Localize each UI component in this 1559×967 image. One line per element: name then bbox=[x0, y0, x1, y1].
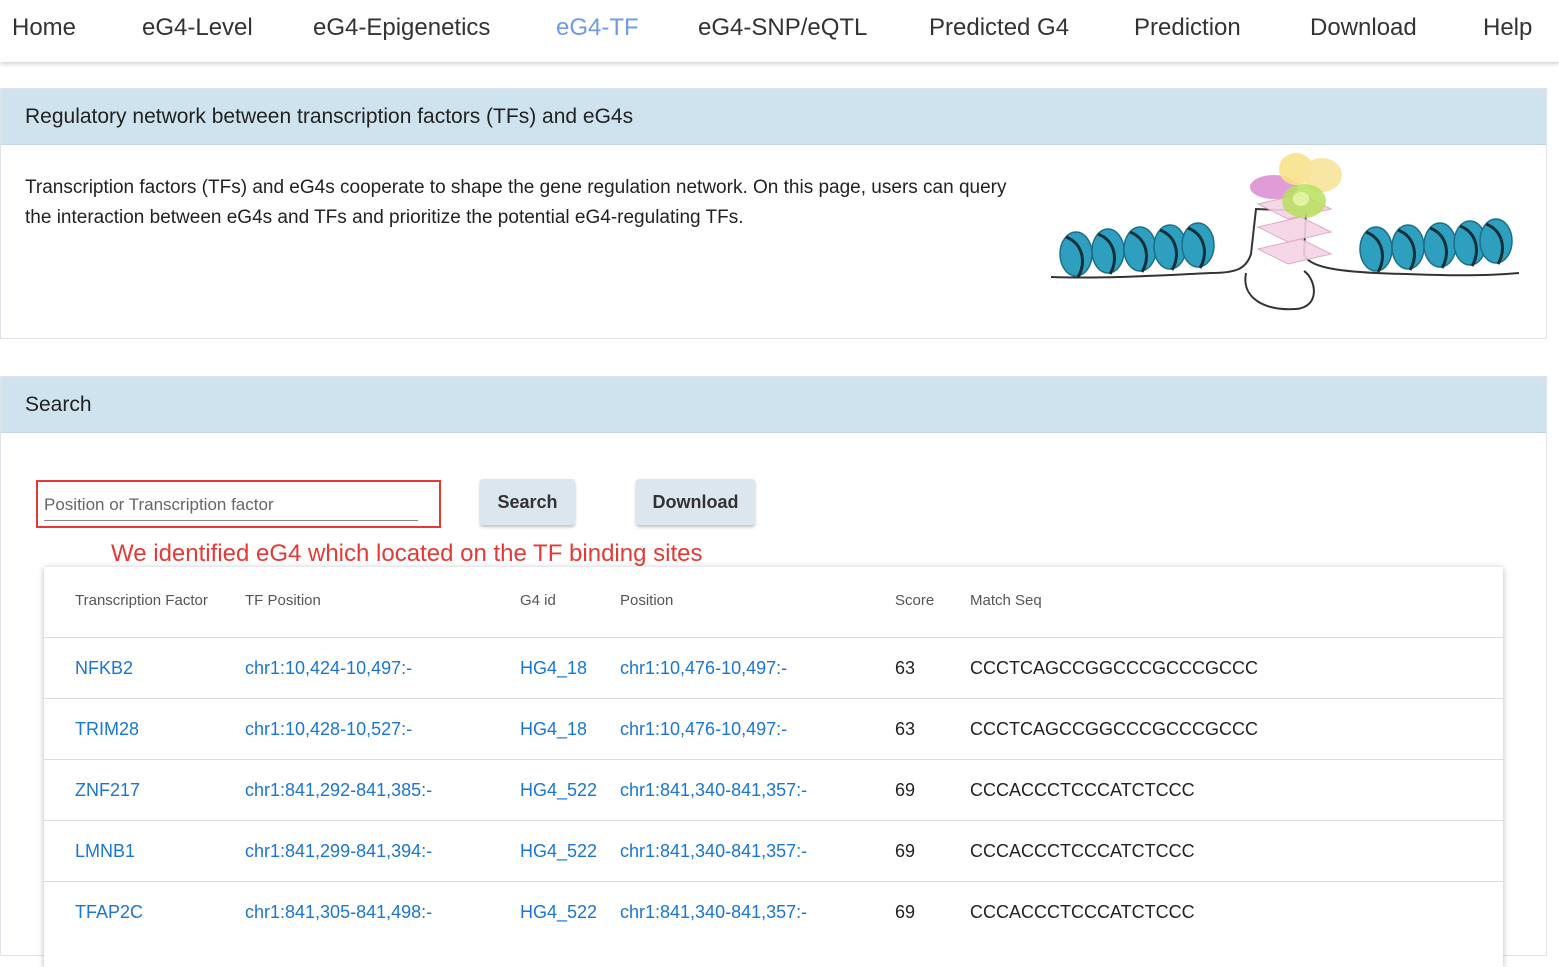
intro-description: Transcription factors (TFs) and eG4s coo… bbox=[25, 177, 1007, 228]
nav-home[interactable]: Home bbox=[12, 14, 76, 42]
search-box-highlight bbox=[36, 480, 441, 528]
nav-help[interactable]: Help bbox=[1483, 14, 1532, 42]
table-row: TRIM28 chr1:10,428-10,527:- HG4_18 chr1:… bbox=[44, 698, 1503, 760]
cell-g4-id[interactable]: HG4_18 bbox=[520, 658, 587, 679]
cell-tf-position[interactable]: chr1:10,424-10,497:- bbox=[245, 658, 412, 679]
nav-eg4-tf[interactable]: eG4-TF bbox=[556, 14, 639, 42]
cell-tf[interactable]: NFKB2 bbox=[75, 658, 133, 679]
cell-match-seq: CCCACCCTCCCATCTCCC bbox=[970, 902, 1195, 922]
download-button[interactable]: Download bbox=[636, 479, 755, 525]
intro-panel: Regulatory network between transcription… bbox=[0, 88, 1547, 339]
header-tf-position[interactable]: TF Position bbox=[245, 592, 321, 609]
table-row: LMNB1 chr1:841,299-841,394:- HG4_522 chr… bbox=[44, 820, 1503, 882]
header-match-seq[interactable]: Match Seq bbox=[970, 592, 1042, 609]
header-position[interactable]: Position bbox=[620, 592, 673, 609]
nav-predicted-g4[interactable]: Predicted G4 bbox=[929, 14, 1069, 42]
cell-position[interactable]: chr1:10,476-10,497:- bbox=[620, 658, 787, 679]
cell-score: 69 bbox=[895, 841, 916, 861]
cell-position[interactable]: chr1:841,340-841,357:- bbox=[620, 841, 807, 862]
nav-eg4-level[interactable]: eG4-Level bbox=[142, 14, 253, 42]
cell-g4-id[interactable]: HG4_18 bbox=[520, 719, 587, 740]
cell-match-seq: CCCTCAGCCGGCCCGCCCGCCC bbox=[970, 658, 1258, 678]
cell-tf[interactable]: LMNB1 bbox=[75, 841, 135, 862]
cell-tf[interactable]: TFAP2C bbox=[75, 902, 143, 923]
header-score[interactable]: Score bbox=[895, 592, 934, 609]
cell-position[interactable]: chr1:841,340-841,357:- bbox=[620, 780, 807, 801]
cell-score: 69 bbox=[895, 780, 916, 800]
cell-score: 69 bbox=[895, 902, 916, 922]
nav-eg4-epigenetics[interactable]: eG4-Epigenetics bbox=[313, 14, 490, 42]
cell-tf-position[interactable]: chr1:841,299-841,394:- bbox=[245, 841, 432, 862]
cell-position[interactable]: chr1:841,340-841,357:- bbox=[620, 902, 807, 923]
table-row: NFKB2 chr1:10,424-10,497:- HG4_18 chr1:1… bbox=[44, 637, 1503, 699]
header-transcription-factor[interactable]: Transcription Factor bbox=[75, 592, 208, 609]
cell-position[interactable]: chr1:10,476-10,497:- bbox=[620, 719, 787, 740]
tf-g4-illustration bbox=[1050, 153, 1520, 311]
table-row: ZNF217 chr1:841,292-841,385:- HG4_522 ch… bbox=[44, 759, 1503, 821]
cell-match-seq: CCCTCAGCCGGCCCGCCCGCCC bbox=[970, 719, 1258, 739]
cell-g4-id[interactable]: HG4_522 bbox=[520, 780, 597, 801]
cell-tf-position[interactable]: chr1:841,305-841,498:- bbox=[245, 902, 432, 923]
cell-tf[interactable]: ZNF217 bbox=[75, 780, 140, 801]
cell-g4-id[interactable]: HG4_522 bbox=[520, 841, 597, 862]
cell-g4-id[interactable]: HG4_522 bbox=[520, 902, 597, 923]
nav-eg4-snp-eqtl[interactable]: eG4-SNP/eQTL bbox=[698, 14, 867, 42]
cell-tf-position[interactable]: chr1:841,292-841,385:- bbox=[245, 780, 432, 801]
search-input[interactable] bbox=[44, 490, 418, 521]
cell-score: 63 bbox=[895, 658, 916, 678]
intro-panel-title: Regulatory network between transcription… bbox=[1, 89, 1546, 145]
search-button[interactable]: Search bbox=[480, 479, 575, 525]
cell-match-seq: CCCACCCTCCCATCTCCC bbox=[970, 780, 1195, 800]
cell-match-seq: CCCACCCTCCCATCTCCC bbox=[970, 841, 1195, 861]
search-panel: Search Search Download We identified eG4… bbox=[0, 376, 1547, 967]
cell-tf[interactable]: TRIM28 bbox=[75, 719, 139, 740]
cell-score: 63 bbox=[895, 719, 916, 739]
nav-prediction[interactable]: Prediction bbox=[1134, 14, 1241, 42]
table-row: TFAP2C chr1:841,305-841,498:- HG4_522 ch… bbox=[44, 881, 1503, 943]
results-table: Transcription Factor TF Position G4 id P… bbox=[44, 567, 1503, 967]
annotation-text: We identified eG4 which located on the T… bbox=[111, 540, 703, 567]
header-g4-id[interactable]: G4 id bbox=[520, 592, 556, 609]
cell-tf-position[interactable]: chr1:10,428-10,527:- bbox=[245, 719, 412, 740]
nav-download[interactable]: Download bbox=[1310, 14, 1417, 42]
search-panel-title: Search bbox=[1, 377, 1546, 433]
top-navigation: Home eG4-Level eG4-Epigenetics eG4-TF eG… bbox=[0, 0, 1559, 62]
